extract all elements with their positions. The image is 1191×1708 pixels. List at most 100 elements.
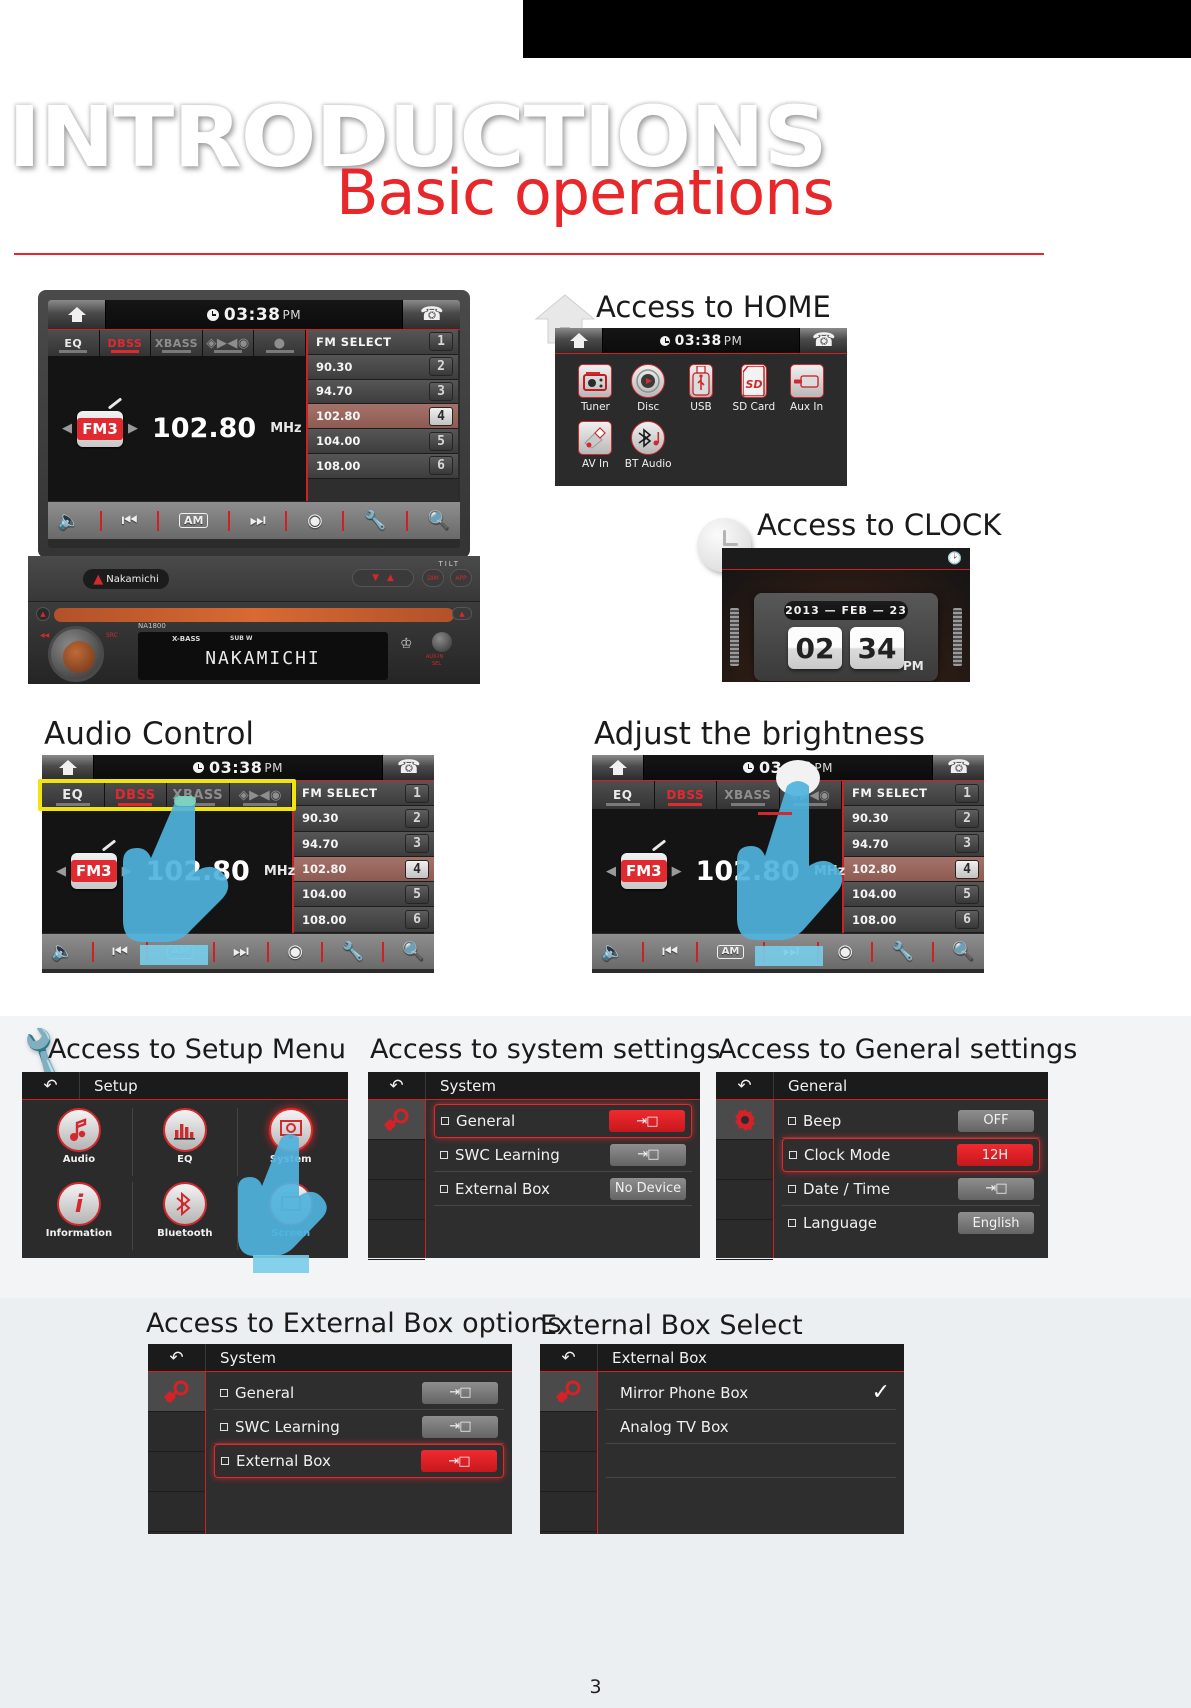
mic-button[interactable]: ● [254, 330, 306, 356]
search-icon[interactable]: 🔍 [952, 942, 974, 961]
clock-minute[interactable]: 34 [849, 627, 904, 669]
band-prev-arrow[interactable]: ◀ [56, 864, 66, 879]
disc-icon[interactable]: ◉ [837, 942, 853, 961]
preset-row[interactable]: 104.00 5 [294, 882, 434, 908]
band-prev-arrow[interactable]: ◀ [606, 864, 616, 879]
preset-row[interactable]: 94.70 3 [308, 379, 458, 405]
volume-icon[interactable]: 🔈 [51, 942, 73, 961]
band-next-arrow[interactable]: ▶ [122, 864, 132, 879]
preset-row[interactable]: 94.70 3 [844, 831, 984, 857]
preset-row[interactable]: 94.70 3 [294, 831, 434, 857]
prev-track-icon[interactable]: ⏮ [662, 942, 678, 961]
next-track-icon[interactable]: ⏭ [233, 942, 249, 961]
setup-item-audio[interactable]: Audio [26, 1108, 132, 1176]
setup-item-system[interactable]: System [238, 1108, 344, 1176]
setting-row-general[interactable]: General ⇥□ [214, 1376, 504, 1410]
band-next-arrow[interactable]: ▶ [128, 421, 138, 436]
band-next-arrow[interactable]: ▶ [672, 864, 682, 879]
eq-button[interactable]: EQ [592, 781, 655, 809]
app-button[interactable]: APP [450, 569, 472, 587]
setup-item-eq[interactable]: EQ [131, 1108, 238, 1176]
back-icon[interactable]: ↶ [540, 1344, 598, 1371]
home-item-tuner[interactable]: Tuner [569, 364, 622, 413]
prev-track-icon[interactable]: ⏮ [121, 511, 137, 530]
preset-row[interactable]: 102.80 4 [844, 856, 984, 883]
beep-value[interactable]: OFF [958, 1109, 1034, 1132]
enter-icon[interactable]: ⇥□ [958, 1177, 1034, 1200]
setup-item-screen[interactable]: Screen [238, 1182, 344, 1250]
preset-row[interactable]: 108.00 6 [844, 907, 984, 933]
home-item-usb[interactable]: USB [675, 364, 728, 413]
phone-button[interactable]: ☎ [932, 755, 984, 780]
home-button[interactable] [48, 300, 106, 329]
back-icon[interactable]: ↶ [368, 1072, 426, 1099]
phone-button[interactable]: ☎ [382, 755, 434, 780]
wrench-icon[interactable]: 🔧 [342, 942, 364, 961]
home-button[interactable] [555, 328, 603, 353]
preset-row[interactable]: 108.00 6 [308, 453, 458, 479]
clock-hour[interactable]: 02 [787, 627, 842, 669]
language-value[interactable]: English [958, 1212, 1034, 1234]
search-icon[interactable]: 🔍 [428, 511, 450, 530]
band-badge[interactable]: FM3 [77, 410, 123, 447]
preset-row[interactable]: FM SELECT 1 [308, 330, 458, 355]
home-button[interactable] [42, 755, 94, 780]
setting-row-language[interactable]: Language English [782, 1206, 1040, 1240]
setting-row-clock-mode[interactable]: Clock Mode 12H [782, 1138, 1040, 1172]
option-row-mirror-phone-box[interactable]: Mirror Phone Box ✓ [606, 1376, 896, 1410]
preset-row[interactable]: 90.30 2 [294, 806, 434, 832]
preset-row[interactable]: FM SELECT 1 [294, 781, 434, 807]
dbss-button[interactable]: DBSS [655, 781, 717, 809]
tilt-buttons[interactable]: ▼ ▲ [352, 569, 414, 587]
setup-item-information[interactable]: i Information [26, 1182, 132, 1250]
band-badge[interactable]: FM3 [71, 853, 117, 889]
tilt-up-icon[interactable]: ▲ [387, 573, 394, 583]
preset-row[interactable]: FM SELECT 1 [844, 781, 984, 807]
general-rail-icon[interactable] [716, 1100, 773, 1140]
setup-item-bluetooth[interactable]: Bluetooth [131, 1182, 238, 1250]
am-band-button[interactable]: AM [166, 944, 195, 959]
preset-row[interactable]: 104.00 5 [308, 429, 458, 454]
preset-row[interactable]: 102.80 4 [308, 404, 458, 430]
preset-row[interactable]: 90.30 2 [844, 806, 984, 832]
home-item-auxin[interactable]: Aux In [780, 364, 833, 413]
disc-icon[interactable]: ◉ [307, 511, 323, 530]
extbox-rail-icon[interactable] [148, 1372, 205, 1412]
home-item-sdcard[interactable]: SD SD Card [727, 364, 780, 413]
balance-fader-button[interactable]: ◈▶◀◉ [780, 781, 842, 809]
enter-icon[interactable]: ⇥□ [609, 1110, 685, 1132]
band-prev-arrow[interactable]: ◀ [62, 421, 72, 436]
home-button[interactable] [592, 755, 644, 780]
option-row-analog-tv-box[interactable]: Analog TV Box [606, 1410, 896, 1444]
preset-row[interactable]: 104.00 5 [844, 882, 984, 908]
eject-right-icon[interactable]: ▲ [452, 607, 472, 620]
preset-row[interactable]: 90.30 2 [308, 354, 458, 380]
back-icon[interactable]: ↶ [22, 1072, 80, 1099]
preset-row[interactable]: 108.00 6 [294, 907, 434, 933]
wrench-icon[interactable]: 🔧 [364, 511, 386, 530]
disc-icon[interactable]: ◉ [287, 942, 303, 961]
eq-button[interactable]: EQ [48, 330, 100, 356]
dbss-button[interactable]: DBSS [100, 330, 152, 356]
am-band-button[interactable]: AM [716, 944, 745, 959]
setting-row-external-box[interactable]: External Box No Device [434, 1172, 692, 1206]
system-rail-icon[interactable] [368, 1100, 425, 1140]
preset-row[interactable]: 102.80 4 [294, 856, 434, 883]
setting-row-swc-learning[interactable]: SWC Learning ⇥□ [214, 1410, 504, 1444]
sel-knob[interactable] [432, 632, 452, 652]
enter-icon[interactable]: ⇥□ [610, 1143, 686, 1166]
setting-row-swc-learning[interactable]: SWC Learning ⇥□ [434, 1138, 692, 1172]
enter-icon[interactable]: ⇥□ [422, 1381, 498, 1404]
next-track-icon[interactable]: ⏭ [250, 511, 266, 530]
band-badge[interactable]: FM3 [621, 853, 667, 889]
phone-button[interactable]: ☎ [799, 328, 847, 353]
balance-fader-button[interactable]: ◈▶◀◉ [203, 330, 255, 356]
tilt-down-icon[interactable]: ▼ [372, 573, 379, 583]
prev-track-icon[interactable]: ⏮ [112, 942, 128, 961]
volume-icon[interactable]: 🔈 [58, 511, 80, 530]
home-item-btaudio[interactable]: BT Audio [622, 421, 675, 470]
extbox-select-rail-icon[interactable] [540, 1372, 597, 1412]
volume-icon[interactable]: 🔈 [601, 942, 623, 961]
setting-row-date-time[interactable]: Date / Time ⇥□ [782, 1172, 1040, 1206]
phone-button[interactable]: ☎ [402, 300, 460, 329]
